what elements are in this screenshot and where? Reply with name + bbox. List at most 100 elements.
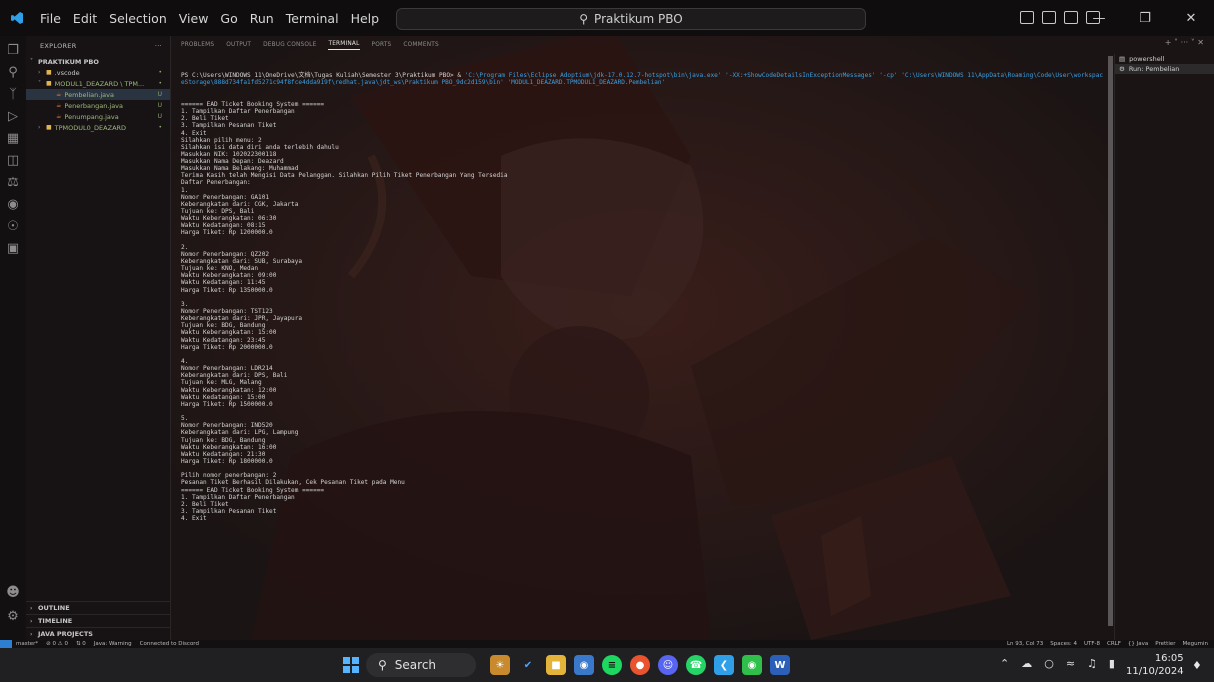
file-pembelian[interactable]: ☕ Pembelian.java U [26,89,170,100]
terminal-item-powershell[interactable]: ▤ powershell [1115,54,1214,64]
file-penerbangan[interactable]: ☕ Penerbangan.java U [26,100,170,111]
menu-go[interactable]: Go [214,11,243,26]
file-label: Pembelian.java [64,90,114,99]
copilot-icon[interactable]: ☉ [5,218,21,234]
close-icon[interactable]: ✕ [1168,0,1214,36]
menu-help[interactable]: Help [345,11,386,26]
status-right: Ln 93, Col 73 Spaces: 4 UTF-8 CRLF {} Ja… [1007,641,1214,647]
tab-output[interactable]: OUTPUT [226,42,251,48]
folder-vscode[interactable]: › ■ .vscode • [26,67,170,78]
word-icon[interactable]: W [770,655,790,675]
menu-edit[interactable]: Edit [67,11,103,26]
tab-debug-console[interactable]: DEBUG CONSOLE [263,42,316,48]
java-status[interactable]: Java: Warning [94,641,132,647]
tab-problems[interactable]: PROBLEMS [181,42,214,48]
terminal-line: Tujuan ke: BDG, Bandung [181,436,266,444]
menu-terminal[interactable]: Terminal [280,11,345,26]
remote-indicator[interactable] [0,640,12,648]
manage-gear-icon[interactable]: ⚙ [5,608,21,624]
github-icon[interactable]: ◉ [5,196,21,212]
explorer-more-icon[interactable]: ··· [155,42,162,50]
battery-icon[interactable]: ▮ [1109,657,1115,670]
terminal-line: Waktu Kedatangan: 21:30 [181,450,266,458]
theme-status[interactable]: Megumin [1183,641,1208,647]
timeline-section[interactable]: › TIMELINE [26,614,171,627]
source-control-icon[interactable]: ᛉ [5,86,21,102]
indentation[interactable]: Spaces: 4 [1050,641,1077,647]
terminal-line: Keberangkatan dari: DPS, Bali [181,372,288,380]
chat-icon[interactable]: ▣ [5,240,21,256]
encoding[interactable]: UTF-8 [1084,641,1100,647]
tray-overflow-icon[interactable]: ⌃ [1000,657,1009,670]
toggle-sidebar-icon[interactable] [1020,11,1034,24]
folder-tpmodul0[interactable]: › ■ TPMODUL0_DEAZARD • [26,122,170,133]
terminal-line: Harga Tiket: Rp 1200000.0 [181,229,273,237]
network-icon[interactable]: ○ [1044,657,1054,670]
terminal-item-run[interactable]: ⚙ Run: Pembelian [1115,64,1214,74]
wifi-icon[interactable]: ≈ [1066,657,1075,670]
cursor-position[interactable]: Ln 93, Col 73 [1007,641,1043,647]
file-penumpang[interactable]: ☕ Penumpang.java U [26,111,170,122]
terminal-scrollbar[interactable] [1108,56,1113,626]
terminal-line: Silahkan isi data diri anda terlebih dah… [181,143,339,151]
sync-status[interactable]: ⇅ 0 [76,641,86,647]
title-bar: File Edit Selection View Go Run Terminal… [0,0,1214,36]
chrome-icon[interactable]: ● [630,655,650,675]
outline-section[interactable]: › OUTLINE [26,601,171,614]
widget-icon[interactable]: ☀ [490,655,510,675]
restore-icon[interactable]: ❐ [1122,0,1168,36]
account-icon[interactable]: ☻ [5,584,21,600]
remote-explorer-icon[interactable]: ◫ [5,152,21,168]
tab-ports[interactable]: PORTS [372,42,392,48]
search-icon[interactable]: ⚲ [5,64,21,80]
git-status-badge: • [158,69,162,76]
windows-start-icon[interactable] [343,657,359,673]
volume-icon[interactable]: ♫ [1087,657,1097,670]
git-status-badge: U [157,91,162,98]
discord-status[interactable]: Connected to Discord [140,641,199,647]
notification-bell-icon[interactable]: ♦ [1192,659,1202,672]
project-root[interactable]: ˅ PRAKTIKUM PBO [26,56,170,67]
tab-comments[interactable]: COMMENTS [403,42,438,48]
terminal-line: Terima Kasih telah Mengisi Data Pelangga… [181,172,508,180]
run-debug-icon[interactable]: ▷ [5,108,21,124]
copilot-app-icon[interactable]: ✔ [518,655,538,675]
testing-icon[interactable]: ⚖ [5,174,21,190]
terminal-line: Harga Tiket: Rp 1350000.0 [181,286,273,294]
minimize-icon[interactable]: — [1076,0,1122,36]
photos-icon[interactable]: ◉ [574,655,594,675]
vscode-taskbar-icon[interactable]: ❮ [714,655,734,675]
panel-actions[interactable]: + ˅ ··· ˅ ✕ [1165,38,1204,47]
command-center-search[interactable]: ⚲ Praktikum PBO [396,8,866,30]
menu-selection[interactable]: Selection [103,11,173,26]
menu-file[interactable]: File [34,11,67,26]
java-projects-section[interactable]: › JAVA PROJECTS [26,627,171,640]
problems-count[interactable]: ⊘ 0 ⚠ 0 [46,641,68,647]
terminal-output[interactable]: PS C:\Users\WINDOWS 11\OneDrive\文档\Tugas… [181,58,1106,638]
panel-tab-bar: PROBLEMS OUTPUT DEBUG CONSOLE TERMINAL P… [171,36,1214,54]
tab-terminal[interactable]: TERMINAL [328,41,360,50]
terminal-line: 3. [181,300,189,308]
line-ending[interactable]: CRLF [1107,641,1121,647]
git-branch[interactable]: master* [16,641,38,647]
spotify-icon[interactable]: ≡ [602,655,622,675]
file-explorer-icon[interactable]: ■ [546,655,566,675]
explorer-icon[interactable]: ❐ [5,42,21,58]
section-label: JAVA PROJECTS [38,630,93,638]
panel-actions-label[interactable]: + ˅ ··· ˅ ✕ [1165,38,1204,47]
taskbar-search[interactable]: ⚲ Search [366,653,476,677]
prettier-status[interactable]: Prettier [1155,641,1175,647]
line-icon[interactable]: ◉ [742,655,762,675]
taskbar-clock[interactable]: 16:05 11/10/2024 [1126,652,1184,678]
whatsapp-icon[interactable]: ☎ [686,655,706,675]
toggle-panel-icon[interactable] [1042,11,1056,24]
menu-view[interactable]: View [173,11,215,26]
terminal-line: 2. [181,243,189,251]
menu-run[interactable]: Run [244,11,280,26]
sidebar-bottom-sections: › OUTLINE › TIMELINE › JAVA PROJECTS [26,601,171,640]
language-mode[interactable]: {} Java [1128,641,1148,647]
extensions-icon[interactable]: ▦ [5,130,21,146]
discord-icon[interactable]: ☺ [658,655,678,675]
onedrive-icon[interactable]: ☁ [1021,657,1032,670]
folder-modul1[interactable]: ˅ ■ MODUL1_DEAZARD \ TPM... • [26,78,170,89]
